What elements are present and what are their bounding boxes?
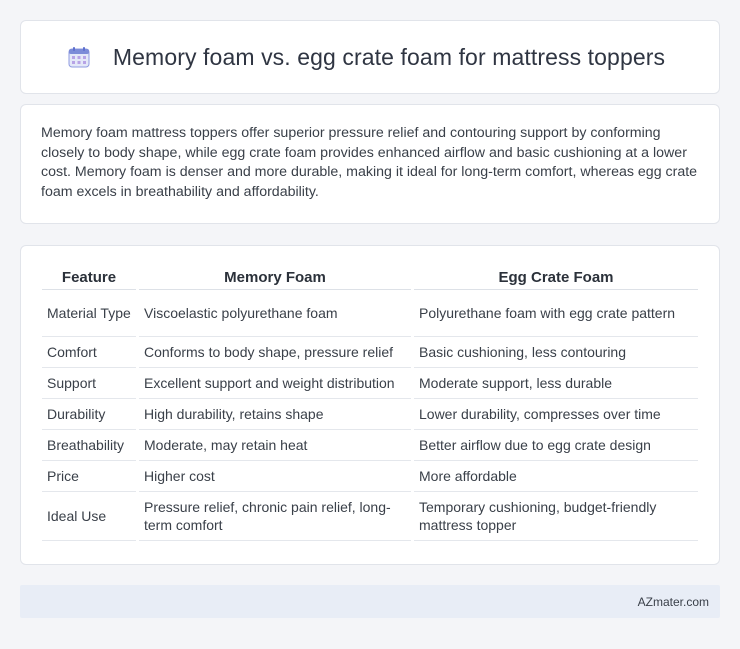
- feature-cell: Durability: [42, 399, 136, 430]
- footer-brand: AZmater.com: [637, 594, 709, 609]
- feature-cell: Comfort: [42, 337, 136, 368]
- feature-cell: Support: [42, 368, 136, 399]
- egg-crate-cell: Better airflow due to egg crate design: [414, 430, 698, 461]
- summary-card: Memory foam mattress toppers offer super…: [20, 104, 720, 224]
- calendar-icon: [67, 45, 91, 69]
- feature-cell: Price: [42, 461, 136, 492]
- table-row: Support Excellent support and weight dis…: [42, 368, 698, 399]
- table-row: Breathability Moderate, may retain heat …: [42, 430, 698, 461]
- header-card: Memory foam vs. egg crate foam for mattr…: [20, 20, 720, 94]
- egg-crate-cell: Lower durability, compresses over time: [414, 399, 698, 430]
- table-header-row: Feature Memory Foam Egg Crate Foam: [42, 266, 698, 290]
- table-row: Comfort Conforms to body shape, pressure…: [42, 337, 698, 368]
- memory-foam-cell: Conforms to body shape, pressure relief: [139, 337, 411, 368]
- egg-crate-cell: Temporary cushioning, budget-friendly ma…: [414, 492, 698, 541]
- egg-crate-cell: Polyurethane foam with egg crate pattern: [414, 290, 698, 337]
- memory-foam-cell: High durability, retains shape: [139, 399, 411, 430]
- feature-cell: Material Type: [42, 290, 136, 337]
- column-header-egg-crate-foam: Egg Crate Foam: [414, 266, 698, 290]
- memory-foam-cell: Higher cost: [139, 461, 411, 492]
- egg-crate-cell: Basic cushioning, less contouring: [414, 337, 698, 368]
- table-row: Material Type Viscoelastic polyurethane …: [42, 290, 698, 337]
- header: Memory foam vs. egg crate foam for mattr…: [21, 21, 719, 93]
- table-row: Price Higher cost More affordable: [42, 461, 698, 492]
- egg-crate-cell: Moderate support, less durable: [414, 368, 698, 399]
- comparison-table-card: Feature Memory Foam Egg Crate Foam Mater…: [20, 245, 720, 565]
- memory-foam-cell: Pressure relief, chronic pain relief, lo…: [139, 492, 411, 541]
- table-row: Durability High durability, retains shap…: [42, 399, 698, 430]
- egg-crate-cell: More affordable: [414, 461, 698, 492]
- memory-foam-cell: Moderate, may retain heat: [139, 430, 411, 461]
- summary-text: Memory foam mattress toppers offer super…: [41, 125, 698, 200]
- feature-cell: Ideal Use: [42, 492, 136, 541]
- page-title: Memory foam vs. egg crate foam for mattr…: [112, 43, 666, 70]
- comparison-table: Feature Memory Foam Egg Crate Foam Mater…: [39, 266, 701, 541]
- memory-foam-cell: Excellent support and weight distributio…: [139, 368, 411, 399]
- table-row: Ideal Use Pressure relief, chronic pain …: [42, 492, 698, 541]
- column-header-feature: Feature: [42, 266, 136, 290]
- footer: AZmater.com: [20, 585, 720, 618]
- column-header-memory-foam: Memory Foam: [139, 266, 411, 290]
- memory-foam-cell: Viscoelastic polyurethane foam: [139, 290, 411, 337]
- feature-cell: Breathability: [42, 430, 136, 461]
